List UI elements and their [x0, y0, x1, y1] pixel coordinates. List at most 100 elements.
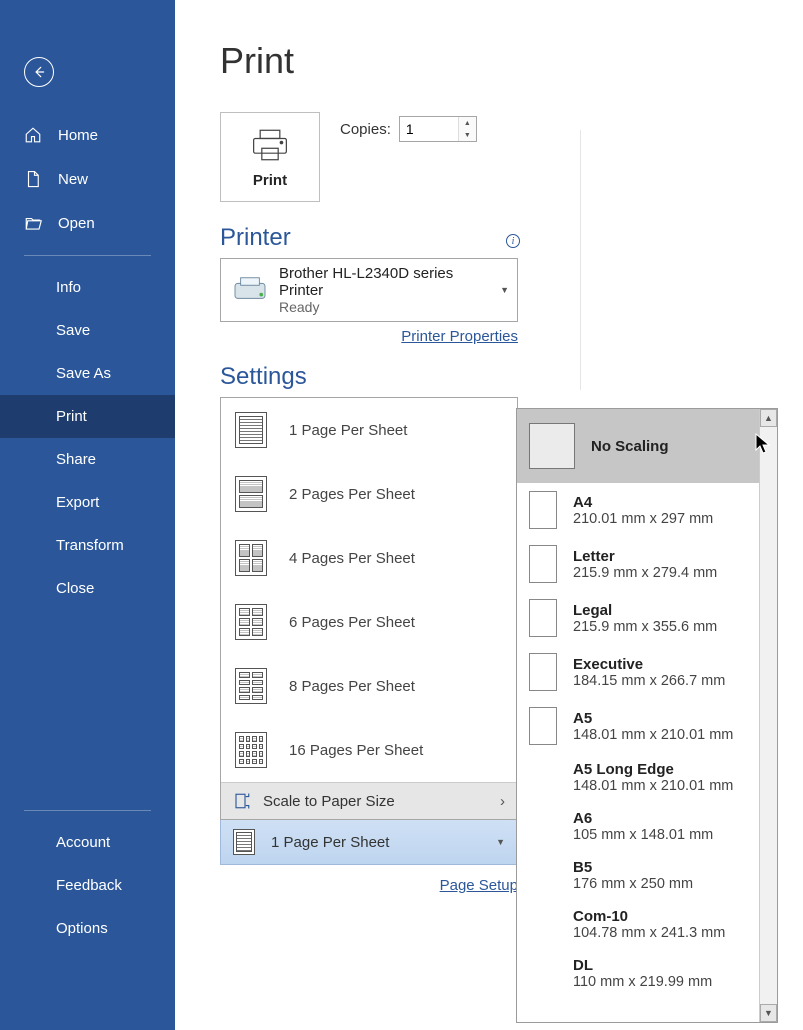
paper-size-option[interactable]: No Scaling — [517, 409, 759, 483]
paper-size-dimensions: 176 mm x 250 mm — [573, 876, 693, 892]
scrollbar[interactable]: ▲ ▼ — [759, 409, 777, 1022]
paper-size-title: A4 — [573, 494, 713, 511]
print-button[interactable]: Print — [220, 112, 320, 202]
paper-size-option[interactable]: Com-10104.78 mm x 241.3 mm — [517, 900, 759, 949]
pages-per-sheet-option[interactable]: 1 Page Per Sheet — [221, 398, 517, 462]
chevron-down-icon: ▼ — [500, 285, 509, 295]
paper-size-dimensions: 148.01 mm x 210.01 mm — [573, 727, 733, 743]
sidebar-item-save-as[interactable]: Save As — [0, 352, 175, 395]
paper-size-dimensions: 184.15 mm x 266.7 mm — [573, 673, 725, 689]
printer-status-icon — [231, 274, 269, 307]
scroll-down-button[interactable]: ▼ — [760, 1004, 777, 1022]
paper-thumb-icon — [529, 653, 557, 691]
sidebar-item-label: Print — [56, 408, 87, 425]
paper-size-title: Com-10 — [573, 908, 725, 925]
sidebar-item-label: Options — [56, 920, 108, 937]
pages-per-sheet-option-label: 2 Pages Per Sheet — [289, 486, 415, 503]
sidebar-item-open[interactable]: Open — [0, 201, 175, 245]
paper-size-option[interactable]: A4210.01 mm x 297 mm — [517, 483, 759, 537]
paper-size-title: No Scaling — [591, 438, 669, 455]
paper-size-option[interactable]: Executive184.15 mm x 266.7 mm — [517, 645, 759, 699]
copies-field[interactable] — [400, 117, 458, 141]
page-title: Print — [220, 40, 803, 82]
pages-per-sheet-option[interactable]: 2 Pages Per Sheet — [221, 462, 517, 526]
chevron-down-icon: ▼ — [496, 837, 505, 847]
page-grid-icon — [235, 412, 267, 448]
scale-icon — [233, 792, 251, 810]
sidebar-item-label: Open — [58, 215, 95, 232]
pages-per-sheet-option-label: 1 Page Per Sheet — [289, 422, 407, 439]
pages-per-sheet-option-label: 8 Pages Per Sheet — [289, 678, 415, 695]
pages-per-sheet-option-label: 16 Pages Per Sheet — [289, 742, 423, 759]
sidebar-item-share[interactable]: Share — [0, 438, 175, 481]
sidebar-item-label: Share — [56, 451, 96, 468]
new-icon — [24, 170, 42, 188]
sidebar-item-label: Home — [58, 127, 98, 144]
backstage-sidebar: Home New Open InfoSave Save As Print Share Exp… — [0, 0, 175, 1030]
pages-per-sheet-option[interactable]: 16 Pages Per Sheet — [221, 718, 517, 782]
pages-per-sheet-option[interactable]: 6 Pages Per Sheet — [221, 590, 517, 654]
paper-size-title: DL — [573, 957, 712, 974]
pages-per-sheet-selected: 1 Page Per Sheet — [271, 834, 389, 851]
paper-size-option[interactable]: A6105 mm x 148.01 mm — [517, 802, 759, 851]
pages-per-sheet-dropdown[interactable]: 1 Page Per Sheet ▼ — [220, 820, 518, 865]
page-setup-link[interactable]: Page Setup — [440, 877, 518, 894]
scale-to-paper-size-item[interactable]: Scale to Paper Size › — [221, 782, 517, 819]
sidebar-item-label: Save As — [56, 365, 111, 382]
pages-per-sheet-option[interactable]: 8 Pages Per Sheet — [221, 654, 517, 718]
sidebar-item-close[interactable]: Close — [0, 567, 175, 610]
sidebar-item-label: New — [58, 171, 88, 188]
sidebar-item-feedback[interactable]: Feedback — [0, 864, 175, 907]
back-button[interactable] — [24, 57, 54, 87]
sidebar-item-label: Close — [56, 580, 94, 597]
sidebar-item-export[interactable]: Export — [0, 481, 175, 524]
printer-properties-link[interactable]: Printer Properties — [401, 328, 518, 345]
paper-size-option[interactable]: DL110 mm x 219.99 mm — [517, 949, 759, 998]
paper-thumb-icon — [529, 423, 575, 469]
chevron-right-icon: › — [500, 793, 505, 810]
paper-size-title: Executive — [573, 656, 725, 673]
copies-increment[interactable]: ▲ — [459, 117, 476, 129]
sidebar-item-label: Account — [56, 834, 110, 851]
sidebar-item-label: Feedback — [56, 877, 122, 894]
paper-thumb-icon — [529, 491, 557, 529]
paper-size-option[interactable]: A5148.01 mm x 210.01 mm — [517, 699, 759, 753]
paper-size-dimensions: 104.78 mm x 241.3 mm — [573, 925, 725, 941]
copies-label: Copies: — [340, 121, 391, 138]
sidebar-item-info[interactable]: Info — [0, 266, 175, 309]
paper-size-title: A5 — [573, 710, 733, 727]
page-grid-icon — [235, 668, 267, 704]
sidebar-item-print[interactable]: Print — [0, 395, 175, 438]
sidebar-divider — [24, 810, 151, 811]
scroll-up-button[interactable]: ▲ — [760, 409, 777, 427]
open-icon — [24, 214, 42, 232]
sidebar-item-save[interactable]: Save — [0, 309, 175, 352]
printer-section-header: Printer — [220, 224, 291, 252]
sidebar-item-options[interactable]: Options — [0, 907, 175, 950]
paper-size-option[interactable]: A5 Long Edge148.01 mm x 210.01 mm — [517, 753, 759, 802]
paper-size-title: Legal — [573, 602, 717, 619]
scale-to-paper-size-label: Scale to Paper Size — [263, 793, 395, 810]
printer-name: Brother HL-L2340D series Printer — [279, 265, 490, 299]
printer-status: Ready — [279, 299, 490, 315]
pages-per-sheet-option[interactable]: 4 Pages Per Sheet — [221, 526, 517, 590]
sidebar-item-home[interactable]: Home — [0, 113, 175, 157]
printer-info-icon[interactable]: i — [506, 234, 520, 248]
sidebar-item-new[interactable]: New — [0, 157, 175, 201]
sidebar-item-transform[interactable]: Transform — [0, 524, 175, 567]
copies-decrement[interactable]: ▼ — [459, 129, 476, 141]
page-grid-icon — [235, 732, 267, 768]
printer-dropdown[interactable]: Brother HL-L2340D series Printer Ready ▼ — [220, 258, 518, 322]
paper-thumb-icon — [529, 599, 557, 637]
paper-size-dimensions: 110 mm x 219.99 mm — [573, 974, 712, 990]
paper-size-option[interactable]: Legal215.9 mm x 355.6 mm — [517, 591, 759, 645]
page-icon — [233, 829, 255, 855]
copies-input[interactable]: ▲ ▼ — [399, 116, 477, 142]
sidebar-item-label: Export — [56, 494, 99, 511]
paper-size-dimensions: 215.9 mm x 279.4 mm — [573, 565, 717, 581]
sidebar-item-account[interactable]: Account — [0, 821, 175, 864]
scroll-track[interactable] — [760, 427, 777, 1004]
paper-size-option[interactable]: B5176 mm x 250 mm — [517, 851, 759, 900]
printer-icon — [221, 127, 319, 166]
paper-size-option[interactable]: Letter215.9 mm x 279.4 mm — [517, 537, 759, 591]
